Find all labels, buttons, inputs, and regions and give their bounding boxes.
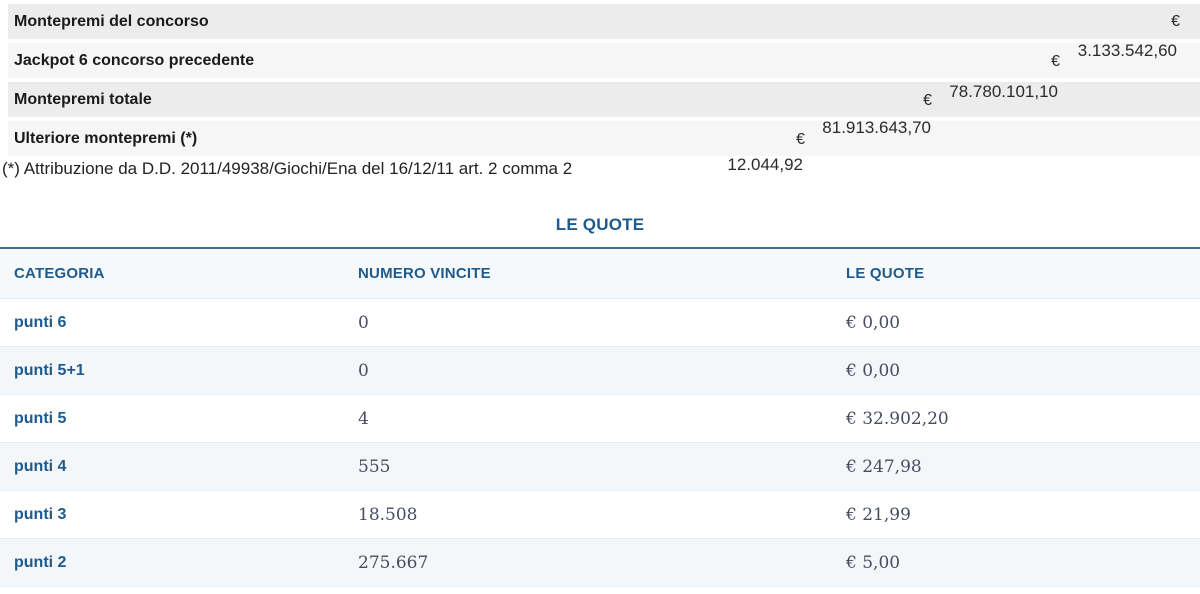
montepremi-row-label: Ulteriore montepremi (*) <box>14 130 198 147</box>
table-row: punti 4 555 € 247,98 <box>0 442 1200 491</box>
montepremi-row-ulteriore: Ulteriore montepremi (*) <box>8 121 1200 156</box>
quota-cell: € 32.902,20 <box>832 394 1200 443</box>
euro-symbol: € <box>923 92 932 109</box>
table-header-row: CATEGORIA NUMERO VINCITE LE QUOTE <box>0 248 1200 299</box>
column-header-le-quote: LE QUOTE <box>832 248 1200 299</box>
euro-symbol: € <box>796 131 805 148</box>
table-row: punti 6 0 € 0,00 <box>0 298 1200 347</box>
column-header-categoria: CATEGORIA <box>0 248 344 299</box>
column-header-numero-vincite: NUMERO VINCITE <box>344 248 832 299</box>
categoria-cell: punti 3 <box>0 490 344 539</box>
quota-cell: € 21,99 <box>832 490 1200 539</box>
attribution-footnote: (*) Attribuzione da D.D. 2011/49938/Gioc… <box>2 159 573 178</box>
numero-vincite-cell: 18.508 <box>344 490 832 539</box>
categoria-cell: punti 5 <box>0 394 344 443</box>
quota-cell: € 0,00 <box>832 298 1200 347</box>
euro-symbol: € <box>1051 53 1060 70</box>
numero-vincite-cell: 0 <box>344 298 832 347</box>
numero-vincite-cell: 555 <box>344 442 832 491</box>
montepremi-value: 3.133.542,60 <box>1077 41 1177 60</box>
numero-vincite-cell: 0 <box>344 346 832 395</box>
table-row: punti 5+1 0 € 0,00 <box>0 346 1200 395</box>
quota-cell: € 5,00 <box>832 538 1200 587</box>
montepremi-value: 12.044,92 <box>727 155 803 174</box>
categoria-cell: punti 2 <box>0 538 344 587</box>
montepremi-row-jackpot: Jackpot 6 concorso precedente <box>8 43 1200 78</box>
quota-cell: € 247,98 <box>832 442 1200 491</box>
numero-vincite-cell: 275.667 <box>344 538 832 587</box>
montepremi-row-concorso: Montepremi del concorso <box>8 4 1200 39</box>
le-quote-table: CATEGORIA NUMERO VINCITE LE QUOTE punti … <box>0 247 1200 587</box>
euro-symbol: € <box>1171 13 1180 30</box>
table-row: punti 5 4 € 32.902,20 <box>0 394 1200 443</box>
lottery-results-page: Montepremi del concorso Jackpot 6 concor… <box>0 0 1200 594</box>
table-row: punti 3 18.508 € 21,99 <box>0 490 1200 539</box>
categoria-cell: punti 5+1 <box>0 346 344 395</box>
categoria-cell: punti 6 <box>0 298 344 347</box>
quota-cell: € 0,00 <box>832 346 1200 395</box>
le-quote-title: LE QUOTE <box>555 215 645 234</box>
montepremi-row-label: Montepremi del concorso <box>14 13 209 30</box>
montepremi-value: 78.780.101,10 <box>949 82 1058 101</box>
montepremi-row-label: Jackpot 6 concorso precedente <box>14 52 255 69</box>
montepremi-value: 81.913.643,70 <box>822 118 931 137</box>
table-row: punti 2 275.667 € 5,00 <box>0 538 1200 587</box>
categoria-cell: punti 4 <box>0 442 344 491</box>
numero-vincite-cell: 4 <box>344 394 832 443</box>
